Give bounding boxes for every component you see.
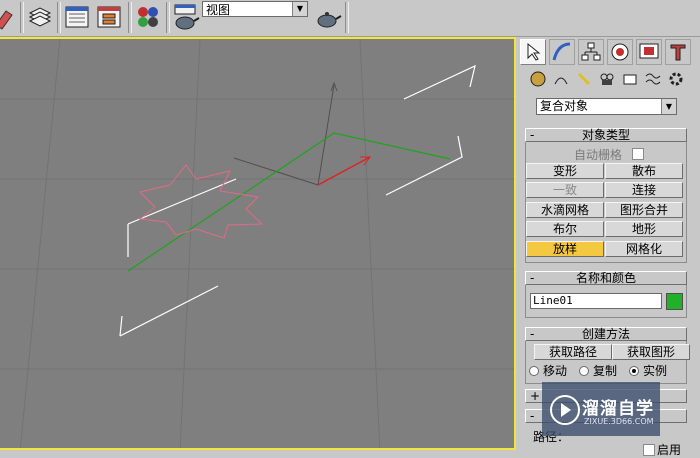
create-tab[interactable]: [520, 39, 546, 65]
space-warps-icon[interactable]: [644, 70, 662, 88]
instance-label: 实例: [643, 364, 668, 378]
path-line: [127, 132, 451, 272]
hierarchy-tab[interactable]: [578, 39, 604, 65]
shapes-icon[interactable]: [552, 70, 570, 88]
conform-button[interactable]: 一致: [526, 182, 604, 198]
toolbar-separator: [166, 2, 170, 33]
loft-button[interactable]: 放样: [526, 241, 604, 257]
auto-grid-checkbox[interactable]: [632, 148, 644, 160]
get-shape-button[interactable]: 获取图形: [612, 344, 690, 360]
object-name-input[interactable]: Line01: [530, 293, 662, 309]
motion-tab[interactable]: [607, 39, 633, 65]
connect-button[interactable]: 连接: [605, 182, 683, 198]
move-radio[interactable]: [529, 366, 539, 376]
watermark: 溜溜自学 ZIXUE.3D66.COM: [542, 382, 660, 436]
expand-toggle: +: [530, 389, 541, 403]
star-shape: [138, 164, 264, 239]
instance-radio[interactable]: [629, 366, 639, 376]
name-color-header[interactable]: - 名称和颜色: [525, 271, 687, 285]
modify-tab[interactable]: [549, 39, 575, 65]
view-dropdown[interactable]: 视图 ▼: [202, 1, 308, 17]
collapse-toggle: -: [530, 271, 535, 285]
blobmesh-button[interactable]: 水滴网格: [526, 202, 604, 218]
track-view-icon[interactable]: [63, 3, 91, 31]
lights-icon[interactable]: [575, 70, 593, 88]
display-tab[interactable]: [636, 39, 662, 65]
creation-method-title: 创建方法: [581, 327, 630, 341]
collapse-toggle: -: [530, 409, 535, 423]
get-path-button[interactable]: 获取路径: [534, 344, 612, 360]
auto-grid-label: 自动栅格: [574, 148, 623, 162]
copy-radio[interactable]: [579, 366, 589, 376]
geometry-icon[interactable]: [529, 70, 547, 88]
shapemerge-button[interactable]: 图形合并: [605, 202, 683, 218]
object-color-swatch[interactable]: [666, 293, 683, 310]
perspective-viewport[interactable]: [0, 37, 516, 450]
use-checkbox[interactable]: [643, 444, 655, 456]
white-spline-shapes: [119, 64, 476, 337]
boolean-button[interactable]: 布尔: [526, 221, 604, 237]
chevron-down-icon: ▼: [661, 99, 676, 114]
toolbar-separator: [128, 2, 132, 33]
toolbar-separator: [57, 2, 61, 33]
chevron-down-icon: ▼: [292, 2, 307, 16]
watermark-title: 溜溜自学: [582, 399, 654, 419]
toolbar-separator: [20, 2, 24, 33]
systems-icon[interactable]: [667, 70, 685, 88]
object-category-dropdown[interactable]: 复合对象 ▼: [536, 98, 677, 115]
object-type-title: 对象类型: [581, 128, 630, 142]
name-color-title: 名称和颜色: [575, 271, 636, 285]
schematic-view-icon[interactable]: [95, 3, 123, 31]
view-dropdown-label: 视图: [206, 3, 231, 17]
move-label: 移动: [543, 364, 568, 378]
eraser-icon[interactable]: [0, 3, 20, 31]
cameras-icon[interactable]: [598, 70, 616, 88]
toolbar-separator: [345, 2, 349, 33]
axis-tripod: [233, 81, 371, 186]
viewport-scene: [0, 39, 514, 448]
collapse-toggle: -: [530, 327, 535, 341]
collapse-toggle: -: [530, 128, 535, 142]
object-category-label: 复合对象: [540, 99, 589, 113]
terrain-button[interactable]: 地形: [605, 221, 683, 237]
utilities-tab[interactable]: [665, 39, 691, 65]
material-editor-icon[interactable]: [134, 3, 162, 31]
layers-icon[interactable]: [26, 3, 54, 31]
object-type-header[interactable]: - 对象类型: [525, 128, 687, 142]
render-scene-icon[interactable]: [172, 3, 200, 31]
quick-render-icon[interactable]: [314, 3, 342, 31]
helpers-icon[interactable]: [621, 70, 639, 88]
play-logo-icon: [550, 395, 580, 425]
home-grid: [0, 39, 514, 448]
creation-method-header[interactable]: - 创建方法: [525, 327, 687, 341]
main-toolbar: 视图 ▼: [0, 0, 700, 37]
watermark-url: ZIXUE.3D66.COM: [584, 417, 654, 426]
mesher-button[interactable]: 网格化: [605, 241, 683, 257]
copy-label: 复制: [593, 364, 618, 378]
morph-button[interactable]: 变形: [526, 163, 604, 179]
scatter-button[interactable]: 散布: [605, 163, 683, 179]
